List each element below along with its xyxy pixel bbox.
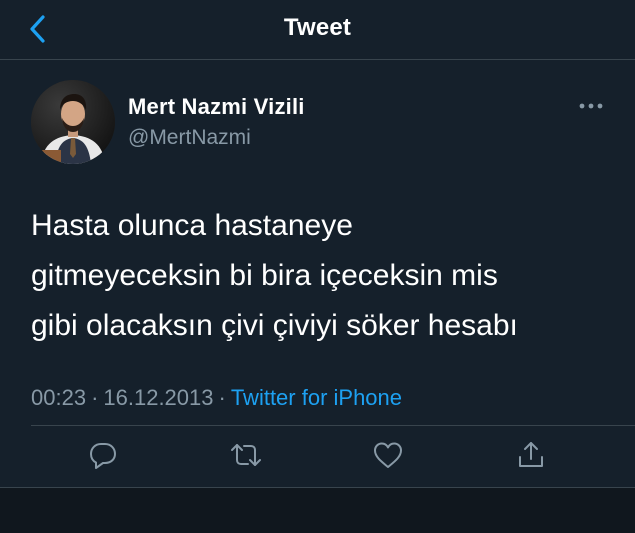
avatar-photo bbox=[31, 80, 115, 164]
navigation-bar: Tweet bbox=[0, 0, 635, 60]
tweet-time: 00:23 bbox=[31, 385, 87, 410]
tweet-source-link[interactable]: Twitter for iPhone bbox=[231, 385, 402, 410]
meta-separator: · bbox=[91, 385, 99, 410]
meta-separator: · bbox=[218, 385, 226, 410]
bottom-bar bbox=[0, 487, 635, 533]
avatar[interactable] bbox=[31, 80, 115, 164]
like-icon bbox=[374, 442, 402, 468]
tweet-date: 16.12.2013 bbox=[103, 385, 214, 410]
like-button[interactable] bbox=[370, 437, 406, 473]
reply-icon bbox=[90, 443, 116, 469]
retweet-icon bbox=[231, 444, 261, 466]
share-button[interactable] bbox=[513, 437, 549, 473]
tweet-text: Hasta olunca hastaneye gitmeyeceksin bi … bbox=[31, 201, 591, 351]
tweet-detail-screen: Tweet Mert Nazmi Vizili @MertNazmi Hasta… bbox=[0, 0, 635, 533]
share-icon bbox=[519, 442, 543, 467]
tweet-text-line: gibi olacaksın çivi çiviyi söker hesabı bbox=[31, 309, 518, 342]
author-handle[interactable]: @MertNazmi bbox=[128, 126, 251, 150]
tweet-metadata: 00:23 · 16.12.2013 · Twitter for iPhone bbox=[31, 385, 402, 411]
reply-button[interactable] bbox=[85, 437, 121, 473]
tweet-text-line: Hasta olunca hastaneye bbox=[31, 209, 353, 242]
author-name[interactable]: Mert Nazmi Vizili bbox=[128, 94, 305, 120]
page-title: Tweet bbox=[283, 14, 352, 41]
more-horizontal-icon bbox=[579, 103, 603, 109]
more-options-button[interactable] bbox=[578, 96, 604, 116]
divider bbox=[31, 425, 635, 426]
tweet-text-line: gitmeyeceksin bi bira içeceksin mis bbox=[31, 259, 498, 292]
retweet-button[interactable] bbox=[228, 437, 264, 473]
